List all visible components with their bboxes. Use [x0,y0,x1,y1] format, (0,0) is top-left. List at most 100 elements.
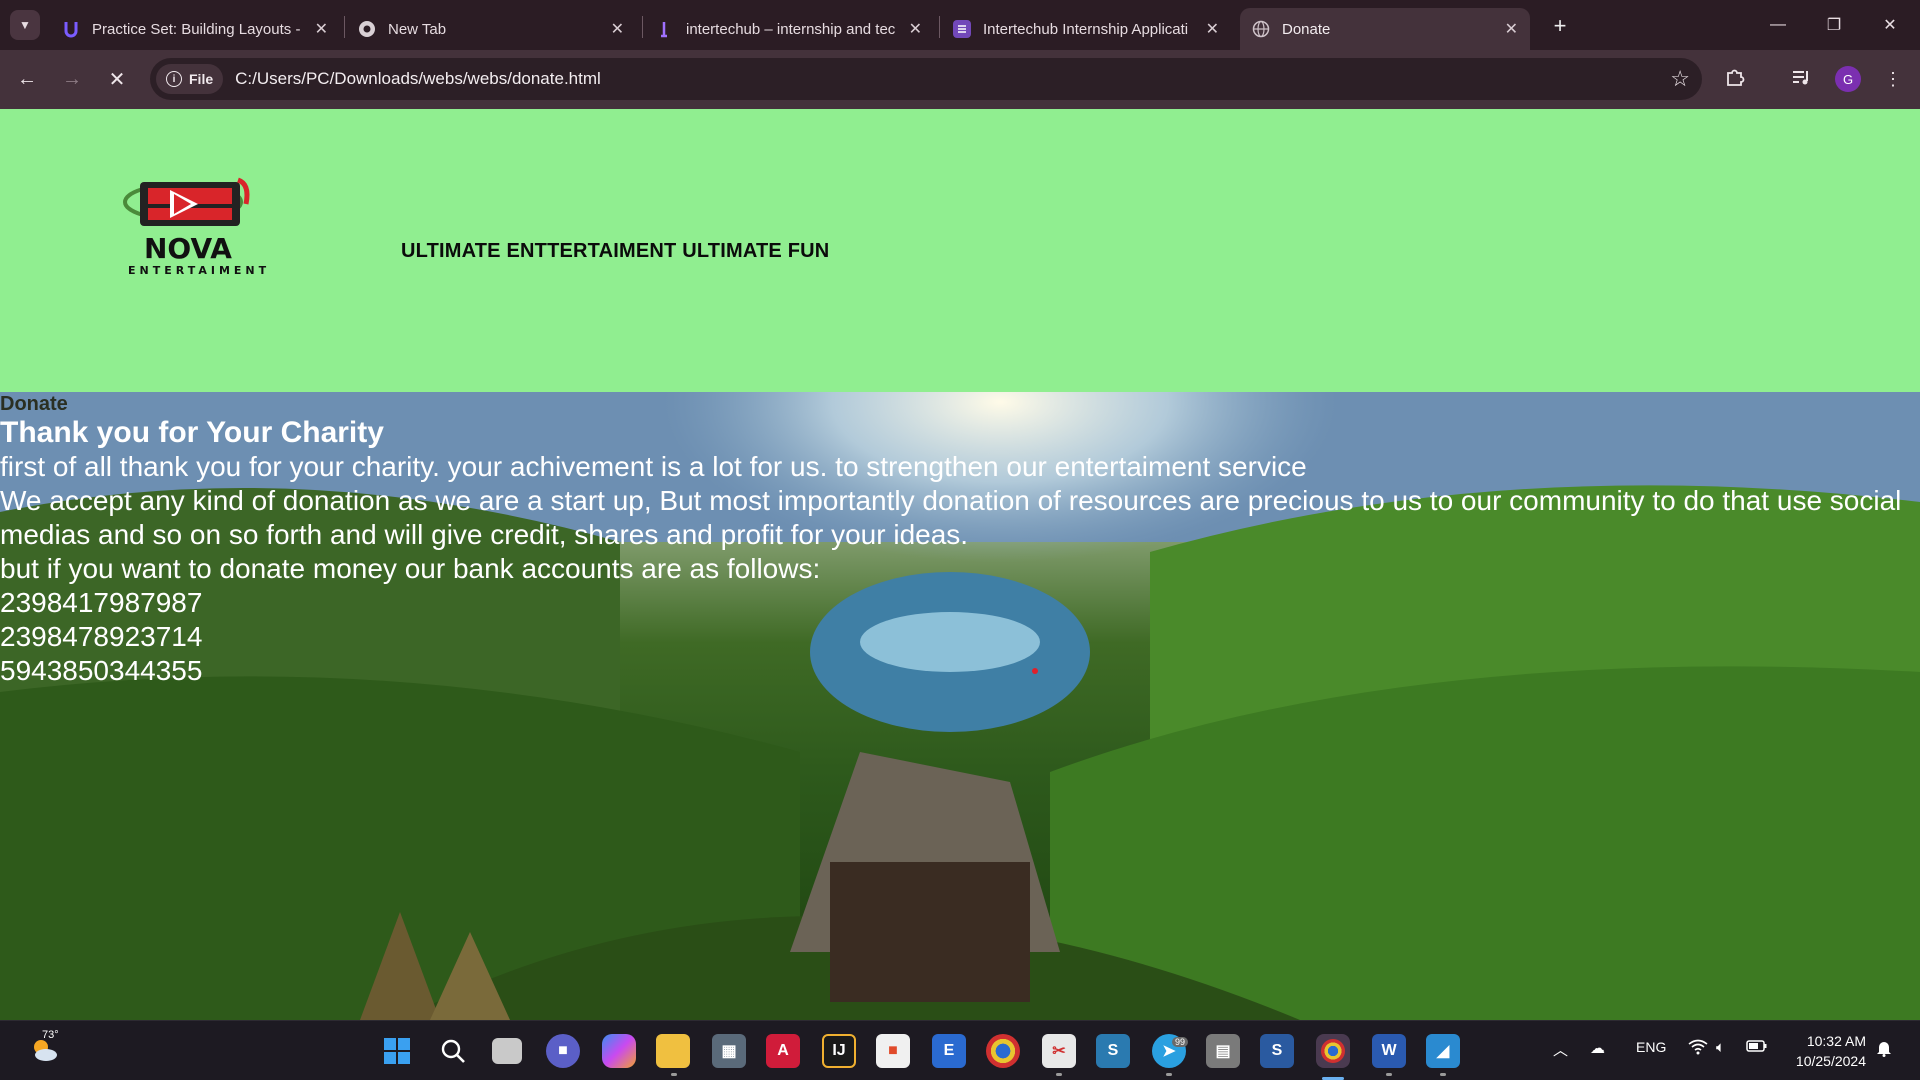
task-view-button[interactable] [492,1038,522,1064]
close-icon: ✕ [1883,17,1897,34]
tab-separator [642,16,643,38]
puzzle-icon [1724,66,1746,93]
microsoft-store-app[interactable]: ■ [876,1034,910,1068]
back-button[interactable]: ← [10,62,44,96]
tab-title: Practice Set: Building Layouts - [92,20,301,38]
chrome-profile-app[interactable] [1316,1034,1350,1068]
onedrive-icon[interactable]: ☁ [1590,1039,1605,1057]
file-explorer-app[interactable] [656,1034,690,1068]
chrome-icon [358,20,376,38]
video-camera-icon: ■ [558,1042,568,1059]
search-button[interactable] [436,1034,470,1068]
clock-date: 10/25/2024 [1795,1053,1866,1069]
word-icon: W [1381,1042,1397,1059]
archive-app[interactable]: ▤ [1206,1034,1240,1068]
info-icon: i [166,71,182,87]
page-viewport: NOVA ENTERTAIMENT ULTIMATE ENTTERTAIMENT… [0,109,1920,1020]
udemy-icon [62,20,80,38]
tab-title: Donate [1282,20,1331,38]
forms-icon [953,20,971,38]
tab-intertechub[interactable]: intertechub – internship and tec ✕ [644,8,934,50]
arrow-right-icon: → [62,67,82,90]
database-icon: S [1107,1042,1119,1059]
windows-icon [384,1038,410,1064]
close-icon[interactable]: ✕ [909,19,922,39]
search-icon [441,1039,465,1063]
site-info-chip[interactable]: i File [156,64,224,94]
running-indicator [1440,1073,1446,1076]
chevron-down-icon: ▼ [19,18,31,32]
kebab-menu-icon: ⋮ [1884,68,1902,89]
photos-icon: ◢ [1436,1043,1450,1060]
donation-content: Donate Thank you for Your Charity first … [0,392,1920,688]
close-icon[interactable]: ✕ [1505,19,1518,39]
copilot-app[interactable] [602,1034,636,1068]
word-app[interactable]: W [1372,1034,1406,1068]
extensions-button[interactable] [1718,62,1752,96]
chevron-up-icon[interactable]: ︿ [1553,1039,1568,1060]
snipping-tool-app[interactable]: ✂ [1042,1034,1076,1068]
new-tab-button[interactable]: + [1544,10,1576,42]
autocad-icon: A [777,1042,789,1059]
language-indicator[interactable]: ENG [1636,1039,1666,1055]
volume-icon[interactable]: 🔈︎ [1716,1039,1725,1056]
playlist-icon [1790,66,1812,93]
tab-strip: ▼ Practice Set: Building Layouts - ✕ New… [0,0,1920,50]
arrow-left-icon: ← [17,67,37,90]
svg-text:ENTERTAIMENT: ENTERTAIMENT [128,264,270,277]
avatar-initial: G [1842,71,1854,87]
battery-icon[interactable] [1746,1039,1768,1057]
tab-internship-application[interactable]: Intertechub Internship Applicati ✕ [941,8,1231,50]
intellij-app[interactable]: IJ [822,1034,856,1068]
store-icon: ■ [888,1042,898,1059]
forward-button[interactable]: → [55,62,89,96]
profile-avatar[interactable]: G [1835,66,1861,92]
tab-title: intertechub – internship and tec [686,20,896,38]
close-window-button[interactable]: ✕ [1862,0,1918,50]
star-icon[interactable]: ☆ [1670,66,1690,92]
sql-app[interactable]: S [1096,1034,1130,1068]
chrome-icon [1321,1039,1345,1063]
edraw-app[interactable]: E [932,1034,966,1068]
calculator-app[interactable]: ▦ [712,1034,746,1068]
sql-server-app[interactable]: S [1260,1034,1294,1068]
site-header: NOVA ENTERTAIMENT ULTIMATE ENTTERTAIMENT… [0,109,1920,392]
autocad-app[interactable]: A [766,1034,800,1068]
minimize-button[interactable]: — [1750,0,1806,50]
teams-app[interactable]: ■ [546,1034,580,1068]
address-bar[interactable]: i File C:/Users/PC/Downloads/webs/webs/d… [150,58,1702,100]
menu-button[interactable]: ⋮ [1876,62,1910,96]
notification-bell-icon[interactable] [1876,1039,1892,1061]
tab-new-tab[interactable]: New Tab ✕ [346,8,636,50]
close-icon[interactable]: ✕ [315,19,328,39]
wifi-icon[interactable] [1688,1039,1708,1059]
nova-logo: NOVA ENTERTAIMENT [118,174,288,284]
tab-separator [939,16,940,38]
restore-button[interactable]: ❐ [1806,0,1862,50]
donate-link[interactable]: Donate [0,392,1920,416]
close-icon: ✕ [108,68,126,91]
media-control-button[interactable] [1784,62,1818,96]
globe-icon [1252,20,1270,38]
running-indicator [1056,1073,1062,1076]
close-icon[interactable]: ✕ [1206,19,1219,39]
notification-badge: 99 [1172,1037,1189,1047]
url-text[interactable]: C:/Users/PC/Downloads/webs/webs/donate.h… [235,69,601,89]
close-icon[interactable]: ✕ [611,19,624,39]
tab-donate[interactable]: Donate ✕ [1240,8,1530,50]
tab-search-button[interactable]: ▼ [10,10,40,40]
photos-app[interactable]: ◢ [1426,1034,1460,1068]
intellij-icon: IJ [832,1042,846,1059]
donation-info-paragraph: We accept any kind of donation as we are… [0,485,1902,550]
tab-practice-set[interactable]: Practice Set: Building Layouts - ✕ [50,8,340,50]
chrome-app[interactable] [986,1034,1020,1068]
start-button[interactable] [380,1034,414,1068]
browser-toolbar: ← → ✕ i File C:/Users/PC/Downloads/webs/… [0,50,1920,109]
windows-taskbar: 73° ■ ▦ A IJ ■ E ✂ S ➤ 99 ▤ S W ◢ ︿ ☁ EN… [0,1020,1920,1080]
thanks-paragraph: first of all thank you for your charity.… [0,451,1307,482]
tab-title: Intertechub Internship Applicati [983,20,1189,38]
minimize-icon: — [1770,16,1786,33]
bank-intro-paragraph: but if you want to donate money our bank… [0,553,821,584]
system-clock[interactable]: 10:32 AM 10/25/2024 [1786,1031,1866,1071]
stop-loading-button[interactable]: ✕ [100,62,134,96]
